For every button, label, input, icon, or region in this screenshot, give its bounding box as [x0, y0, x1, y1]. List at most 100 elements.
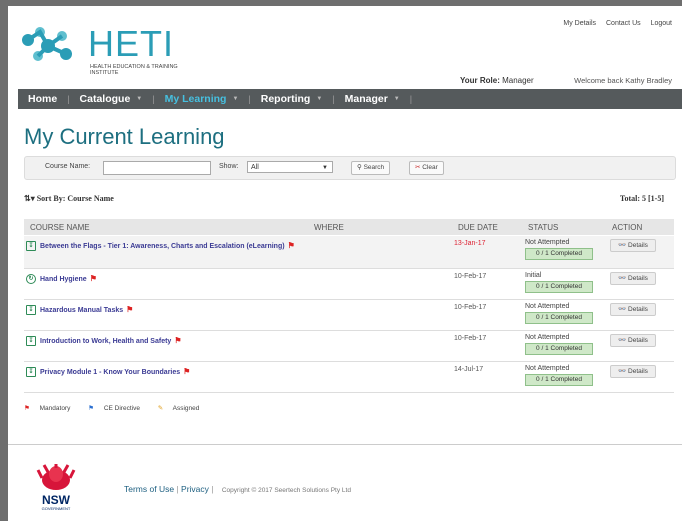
- nav-home[interactable]: Home: [18, 93, 67, 105]
- course-name[interactable]: ↧ Introduction to Work, Health and Safety…: [26, 335, 306, 348]
- details-button[interactable]: 👓 Details: [610, 272, 656, 285]
- nav-my-learning[interactable]: My Learning ▼: [155, 93, 249, 105]
- course-icon: ↧: [26, 305, 36, 316]
- privacy-link[interactable]: Privacy: [181, 484, 209, 494]
- sort-label: Sort By: Course Name: [36, 194, 114, 203]
- chevron-down-icon: ▼: [136, 96, 143, 102]
- terms-link[interactable]: Terms of Use: [124, 484, 174, 494]
- due-date: 10-Feb-17: [454, 304, 487, 311]
- status: Not Attempted 0 / 1 Completed: [525, 365, 593, 386]
- status: Not Attempted 0 / 1 Completed: [525, 239, 593, 260]
- show-select-value: All: [251, 164, 259, 171]
- due-date: 10-Feb-17: [454, 335, 487, 342]
- chevron-down-icon: ▼: [232, 96, 239, 102]
- mandatory-flag-icon: ⚑: [183, 367, 191, 376]
- table-row: ↧ Between the Flags - Tier 1: Awareness, …: [24, 236, 674, 269]
- course-icon: ↧: [26, 241, 36, 252]
- nsw-text: NSW: [42, 493, 70, 507]
- logo-subtitle: HEALTH EDUCATION & TRAINING INSTITUTE: [90, 64, 178, 76]
- logout-link[interactable]: Logout: [651, 20, 672, 27]
- col-where[interactable]: WHERE: [314, 223, 344, 232]
- nsw-logo: NSW GOVERNMENT: [36, 464, 76, 514]
- legend-assigned: ✎ Assigned: [158, 405, 208, 412]
- mandatory-flag-icon: ⚑: [287, 241, 295, 250]
- table-row: ↧ Privacy Module 1 - Know Your Boundaries…: [24, 362, 674, 393]
- details-button[interactable]: 👓 Details: [610, 334, 656, 347]
- role-label: Your Role:: [460, 76, 500, 85]
- course-name-text: Hand Hygiene: [40, 276, 87, 283]
- heti-logo[interactable]: HETI HEALTH EDUCATION & TRAINING INSTITU…: [18, 18, 178, 78]
- course-name[interactable]: ↧ Hazardous Manual Tasks ⚑: [26, 304, 306, 317]
- heti-logo-icon: [22, 27, 72, 61]
- col-status[interactable]: STATUS: [528, 223, 558, 232]
- course-icon: ↧: [26, 367, 36, 378]
- nav-manager-label: Manager: [344, 93, 388, 105]
- total-count: Total: 5 [1-5]: [619, 194, 664, 203]
- course-name-text: Privacy Module 1 - Know Your Boundaries: [40, 369, 181, 376]
- main-nav: Home | Catalogue ▼ | My Learning ▼ | Repor…: [18, 89, 682, 109]
- course-name[interactable]: ↧ Between the Flags - Tier 1: Awareness, …: [26, 240, 306, 253]
- col-course-name[interactable]: COURSE NAME: [30, 223, 90, 232]
- clear-button-label: Clear: [422, 164, 438, 171]
- table-header: COURSE NAME WHERE DUE DATE STATUS ACTION: [24, 219, 674, 235]
- role-value: Manager: [502, 76, 534, 85]
- footer-separator: |: [211, 484, 216, 494]
- footer-divider: [8, 444, 682, 445]
- legend: ⚑ Mandatory ⚑ CE Directive ✎ Assigned: [24, 404, 215, 412]
- status: Initial 0 / 1 Completed: [525, 272, 593, 293]
- assigned-icon: ✎: [157, 405, 164, 412]
- search-button-label: Search: [363, 164, 385, 171]
- footer-links: Terms of Use | Privacy | Copyright © 201…: [124, 484, 351, 494]
- course-name-text: Hazardous Manual Tasks: [40, 307, 124, 314]
- details-button[interactable]: 👓 Details: [610, 239, 656, 252]
- page: HETI HEALTH EDUCATION & TRAINING INSTITU…: [8, 6, 682, 521]
- contact-us-link[interactable]: Contact Us: [606, 20, 641, 27]
- my-details-link[interactable]: My Details: [563, 20, 596, 27]
- mandatory-flag-icon: ⚑: [89, 274, 97, 283]
- status-text: Not Attempted: [525, 365, 570, 372]
- search-button[interactable]: ⚲ Search: [351, 161, 391, 175]
- nav-manager[interactable]: Manager ▼: [335, 93, 410, 105]
- details-label: Details: [628, 306, 648, 313]
- status-text: Not Attempted: [525, 303, 570, 310]
- page-title: My Current Learning: [24, 124, 225, 149]
- mandatory-flag-icon: ⚑: [126, 305, 134, 314]
- progress-badge: 0 / 1 Completed: [525, 343, 593, 355]
- sort-by[interactable]: ⇅▾ Sort By: Course Name: [24, 194, 114, 203]
- glasses-icon: 👓: [618, 337, 627, 344]
- course-name[interactable]: ↻ Hand Hygiene ⚑: [26, 273, 306, 286]
- due-date: 13-Jan-17: [454, 240, 486, 247]
- nav-separator: |: [409, 94, 413, 104]
- sort-icon: ⇅▾: [24, 194, 35, 203]
- role-info: Your Role: Manager: [460, 76, 534, 85]
- mandatory-flag-icon: ⚑: [24, 405, 30, 412]
- table-row: ↧ Introduction to Work, Health and Safety…: [24, 331, 674, 362]
- status-text: Initial: [525, 272, 542, 279]
- details-button[interactable]: 👓 Details: [610, 365, 656, 378]
- status-text: Not Attempted: [525, 334, 570, 341]
- course-name-input[interactable]: [103, 161, 211, 175]
- ce-directive-flag-icon: ⚑: [88, 405, 94, 412]
- chevron-down-icon: ▼: [316, 96, 323, 102]
- search-icon: ⚲: [357, 164, 362, 171]
- welcome-text: Welcome back Kathy Bradley: [574, 76, 672, 85]
- logo-title: HETI: [88, 23, 175, 64]
- course-name[interactable]: ↧ Privacy Module 1 - Know Your Boundaries…: [26, 366, 306, 379]
- glasses-icon: 👓: [618, 242, 627, 249]
- clear-button[interactable]: ✂ Clear: [409, 161, 444, 175]
- progress-badge: 0 / 1 Completed: [525, 312, 593, 324]
- course-icon: ↧: [26, 336, 36, 347]
- col-due-date[interactable]: DUE DATE: [458, 223, 498, 232]
- nav-home-label: Home: [28, 93, 58, 105]
- details-label: Details: [628, 275, 648, 282]
- progress-badge: 0 / 1 Completed: [525, 374, 593, 386]
- nav-my-learning-label: My Learning: [164, 93, 227, 105]
- details-button[interactable]: 👓 Details: [610, 303, 656, 316]
- due-date: 10-Feb-17: [454, 273, 487, 280]
- table-row: ↻ Hand Hygiene ⚑ 10-Feb-17 Initial 0 / 1 Co…: [24, 269, 674, 300]
- details-label: Details: [628, 368, 648, 375]
- sort-bar: ⇅▾ Sort By: Course Name Total: 5 [1-5]: [24, 194, 674, 208]
- show-select[interactable]: All ▼: [247, 161, 333, 173]
- nav-catalogue[interactable]: Catalogue ▼: [70, 93, 153, 105]
- nav-reporting[interactable]: Reporting ▼: [251, 93, 333, 105]
